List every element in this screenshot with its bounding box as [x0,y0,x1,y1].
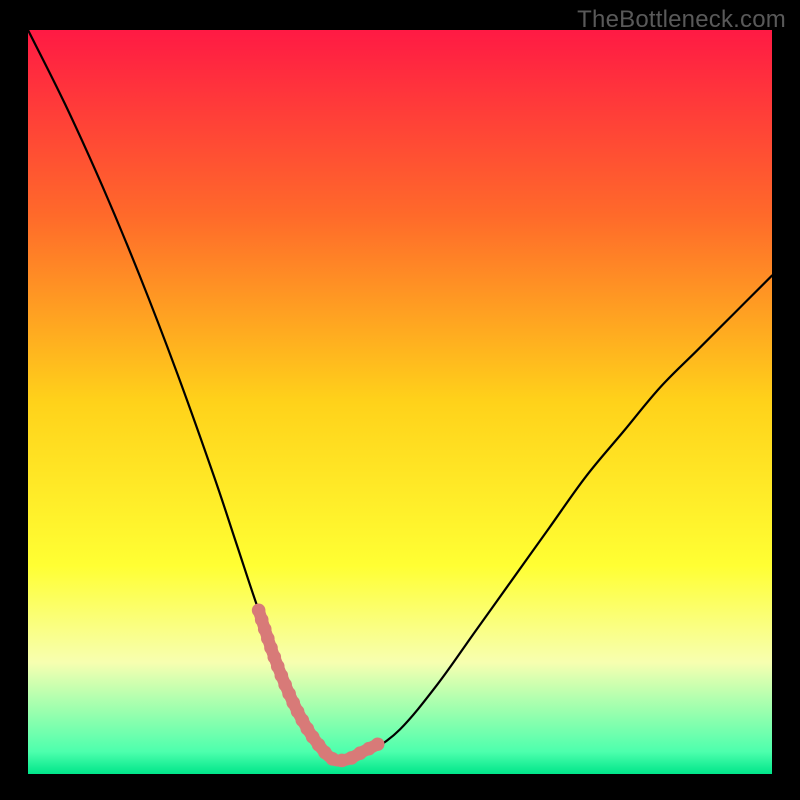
plot-area [28,30,772,774]
chart-frame: TheBottleneck.com [0,0,800,800]
chart-svg [28,30,772,774]
highlight-dot [371,737,385,751]
gradient-background [28,30,772,774]
